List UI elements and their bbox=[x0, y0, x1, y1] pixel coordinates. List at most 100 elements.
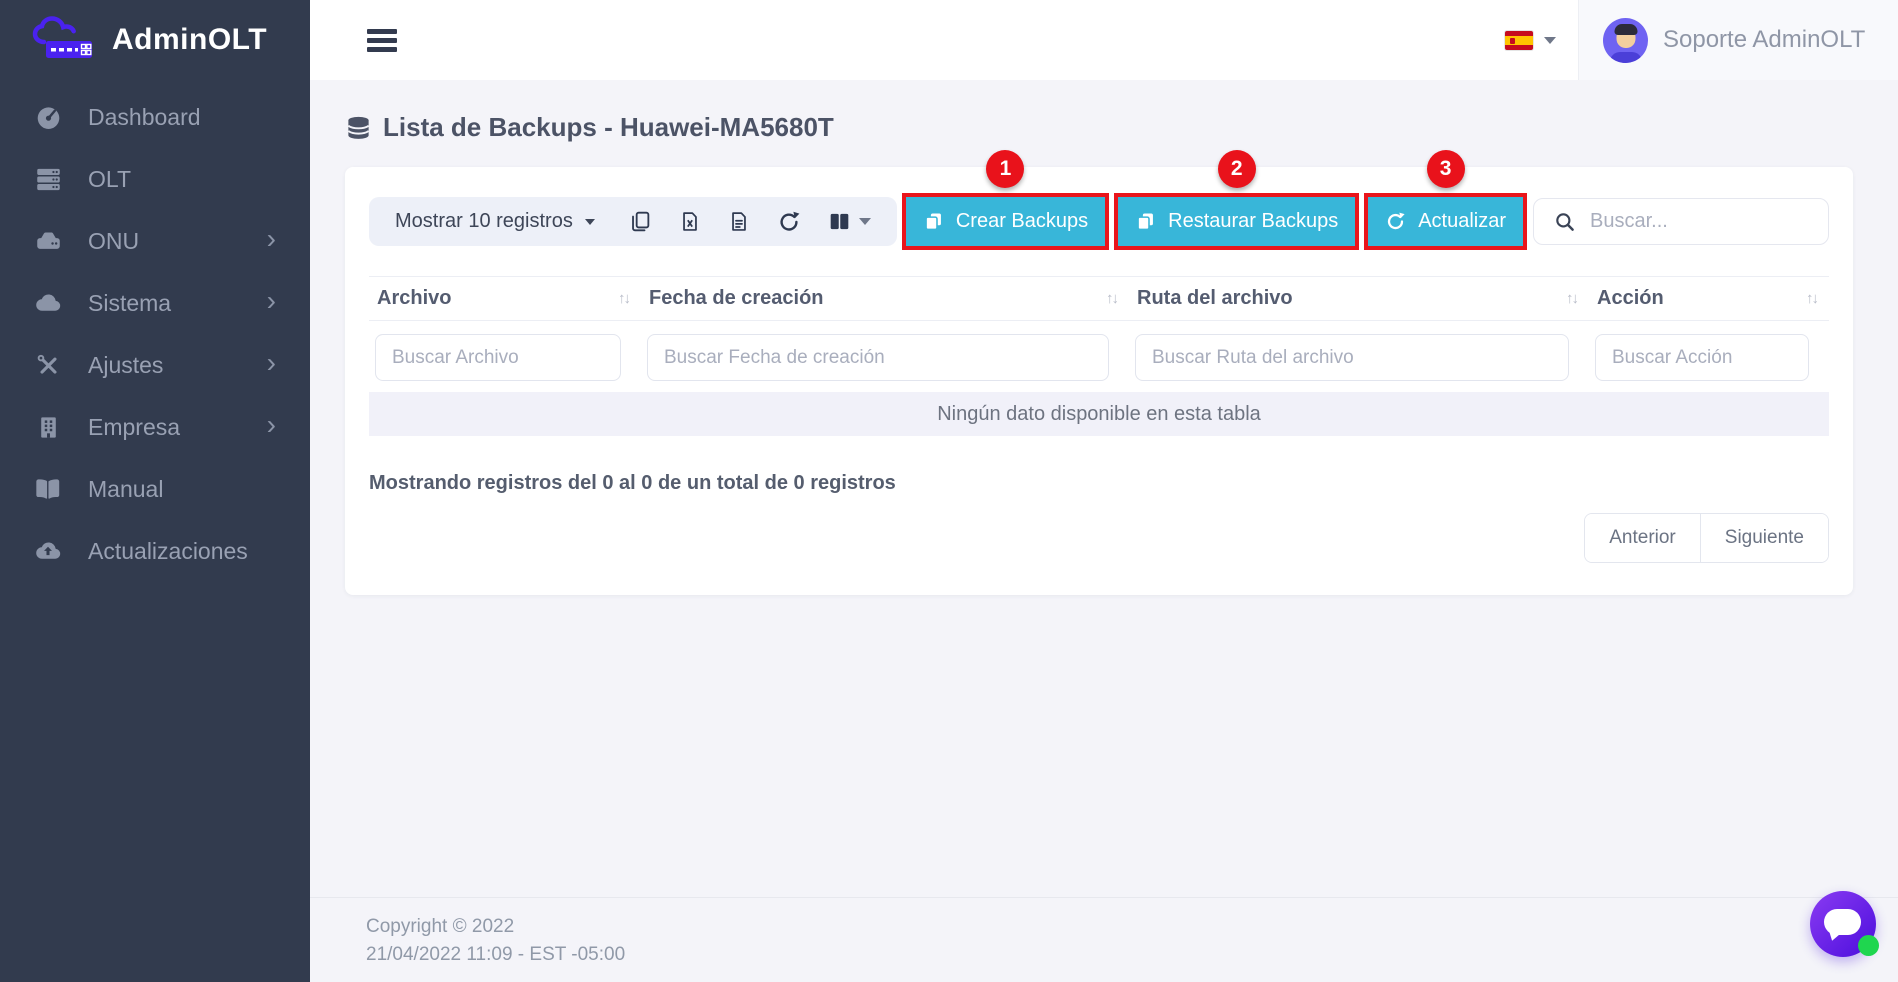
columns-visibility-icon[interactable] bbox=[828, 210, 871, 233]
sidebar-item-label: Empresa bbox=[88, 414, 180, 441]
sidebar-item-onu[interactable]: ONU › bbox=[0, 210, 310, 272]
spain-flag-icon bbox=[1505, 31, 1533, 50]
refresh-icon bbox=[1385, 211, 1406, 232]
cloud-upload-icon bbox=[32, 537, 64, 565]
sidebar-item-manual[interactable]: Manual bbox=[0, 458, 310, 520]
chevron-right-icon: › bbox=[267, 287, 276, 315]
sort-icon[interactable]: ↑↓ bbox=[1566, 290, 1577, 307]
brand-logo-icon bbox=[30, 16, 102, 64]
page-length-label: Mostrar 10 registros bbox=[395, 210, 573, 233]
dashboard-icon bbox=[32, 103, 64, 131]
menu-toggle-button[interactable] bbox=[367, 25, 397, 56]
sidebar-item-olt[interactable]: OLT bbox=[0, 148, 310, 210]
column-header-ruta[interactable]: Ruta del archivo ↑↓ bbox=[1129, 287, 1589, 310]
brand-name: AdminOLT bbox=[112, 23, 267, 57]
table-empty-state: Ningún dato disponible en esta tabla bbox=[369, 392, 1829, 436]
table-toolbar: Mostrar 10 registros bbox=[369, 193, 1829, 250]
column-header-fecha[interactable]: Fecha de creación ↑↓ bbox=[641, 287, 1129, 310]
chevron-right-icon: › bbox=[267, 349, 276, 377]
sidebar-item-empresa[interactable]: Empresa › bbox=[0, 396, 310, 458]
app-root: AdminOLT Dashboard OLT ONU › bbox=[0, 0, 1898, 982]
page-title: Lista de Backups - Huawei-MA5680T bbox=[345, 112, 1898, 143]
sort-icon[interactable]: ↑↓ bbox=[618, 290, 629, 307]
sidebar-item-actualizaciones[interactable]: Actualizaciones bbox=[0, 520, 310, 582]
page-title-text: Lista de Backups - Huawei-MA5680T bbox=[383, 112, 834, 143]
tools-icon bbox=[32, 351, 64, 379]
filter-archivo-input[interactable] bbox=[375, 334, 621, 381]
filter-fecha-input[interactable] bbox=[647, 334, 1109, 381]
topbar-right: Soporte AdminOLT bbox=[1483, 0, 1898, 80]
chevron-right-icon: › bbox=[267, 411, 276, 439]
device-icon bbox=[32, 227, 64, 255]
backups-card: Mostrar 10 registros bbox=[345, 167, 1853, 595]
next-page-button[interactable]: Siguiente bbox=[1700, 514, 1828, 562]
sidebar-item-label: Ajustes bbox=[88, 352, 163, 379]
sort-icon[interactable]: ↑↓ bbox=[1106, 290, 1117, 307]
sidebar-item-label: Dashboard bbox=[88, 104, 201, 131]
save-icon bbox=[923, 211, 944, 232]
backups-table: Archivo ↑↓ Fecha de creación ↑↓ Ruta del… bbox=[369, 276, 1829, 436]
sidebar-item-dashboard[interactable]: Dashboard bbox=[0, 86, 310, 148]
brand[interactable]: AdminOLT bbox=[0, 0, 310, 80]
save-icon bbox=[1135, 211, 1156, 232]
copyright-text: Copyright © 2022 bbox=[366, 913, 1898, 941]
sidebar-nav: Dashboard OLT ONU › Sistema › bbox=[0, 80, 310, 582]
sidebar-item-ajustes[interactable]: Ajustes › bbox=[0, 334, 310, 396]
records-info: Mostrando registros del 0 al 0 de un tot… bbox=[369, 472, 1829, 495]
annotation-box-1: 1 Crear Backups bbox=[902, 193, 1109, 250]
export-tools bbox=[629, 210, 871, 234]
user-name: Soporte AdminOLT bbox=[1663, 26, 1865, 54]
button-label: Restaurar Backups bbox=[1168, 210, 1338, 233]
footer: Copyright © 2022 21/04/2022 11:09 - EST … bbox=[310, 897, 1898, 982]
chevron-down-icon bbox=[859, 218, 871, 225]
sidebar: AdminOLT Dashboard OLT ONU › bbox=[0, 0, 310, 982]
previous-page-button[interactable]: Anterior bbox=[1585, 514, 1700, 562]
column-header-accion[interactable]: Acción ↑↓ bbox=[1589, 287, 1829, 310]
topbar: Soporte AdminOLT bbox=[310, 0, 1898, 80]
toolbar-pill: Mostrar 10 registros bbox=[369, 197, 897, 246]
file-export-icon[interactable] bbox=[728, 210, 750, 233]
annotation-box-3: 3 Actualizar bbox=[1364, 193, 1527, 250]
filter-accion-input[interactable] bbox=[1595, 334, 1809, 381]
page-length-select[interactable]: Mostrar 10 registros bbox=[395, 210, 595, 233]
server-icon bbox=[32, 165, 64, 193]
table-header-row: Archivo ↑↓ Fecha de creación ↑↓ Ruta del… bbox=[369, 276, 1829, 321]
main-content: Lista de Backups - Huawei-MA5680T Mostra… bbox=[310, 80, 1898, 595]
sidebar-item-label: ONU bbox=[88, 228, 139, 255]
crear-backups-button[interactable]: Crear Backups bbox=[906, 197, 1105, 246]
language-selector[interactable] bbox=[1483, 31, 1578, 50]
book-icon bbox=[32, 475, 64, 503]
annotation-badge-1: 1 bbox=[986, 150, 1024, 188]
table-search bbox=[1533, 198, 1829, 245]
copy-icon[interactable] bbox=[629, 210, 652, 233]
footer-datetime: 21/04/2022 11:09 - EST -05:00 bbox=[366, 941, 1898, 969]
online-status-dot bbox=[1858, 935, 1879, 956]
cloud-icon bbox=[32, 289, 64, 317]
chat-bubble-icon bbox=[1824, 909, 1861, 935]
annotation-badge-2: 2 bbox=[1218, 150, 1256, 188]
sidebar-item-label: Manual bbox=[88, 476, 163, 503]
column-header-archivo[interactable]: Archivo ↑↓ bbox=[369, 287, 641, 310]
filter-ruta-input[interactable] bbox=[1135, 334, 1569, 381]
refresh-icon[interactable] bbox=[777, 210, 801, 234]
chat-widget-button[interactable] bbox=[1810, 891, 1876, 957]
sidebar-item-label: Actualizaciones bbox=[88, 538, 248, 565]
button-label: Actualizar bbox=[1418, 210, 1506, 233]
restaurar-backups-button[interactable]: Restaurar Backups bbox=[1118, 197, 1355, 246]
actualizar-button[interactable]: Actualizar bbox=[1368, 197, 1523, 246]
button-label: Crear Backups bbox=[956, 210, 1088, 233]
sidebar-item-sistema[interactable]: Sistema › bbox=[0, 272, 310, 334]
avatar bbox=[1603, 18, 1648, 63]
sidebar-item-label: OLT bbox=[88, 166, 131, 193]
user-menu[interactable]: Soporte AdminOLT bbox=[1578, 0, 1898, 80]
database-icon bbox=[345, 114, 372, 142]
pagination: Anterior Siguiente bbox=[369, 513, 1829, 563]
chevron-down-icon bbox=[1544, 37, 1556, 44]
excel-export-icon[interactable] bbox=[679, 210, 701, 233]
building-icon bbox=[32, 413, 64, 441]
sidebar-item-label: Sistema bbox=[88, 290, 171, 317]
sort-icon[interactable]: ↑↓ bbox=[1806, 290, 1817, 307]
table-filter-row bbox=[369, 321, 1829, 392]
search-input[interactable] bbox=[1590, 210, 1814, 233]
search-icon bbox=[1554, 211, 1576, 233]
